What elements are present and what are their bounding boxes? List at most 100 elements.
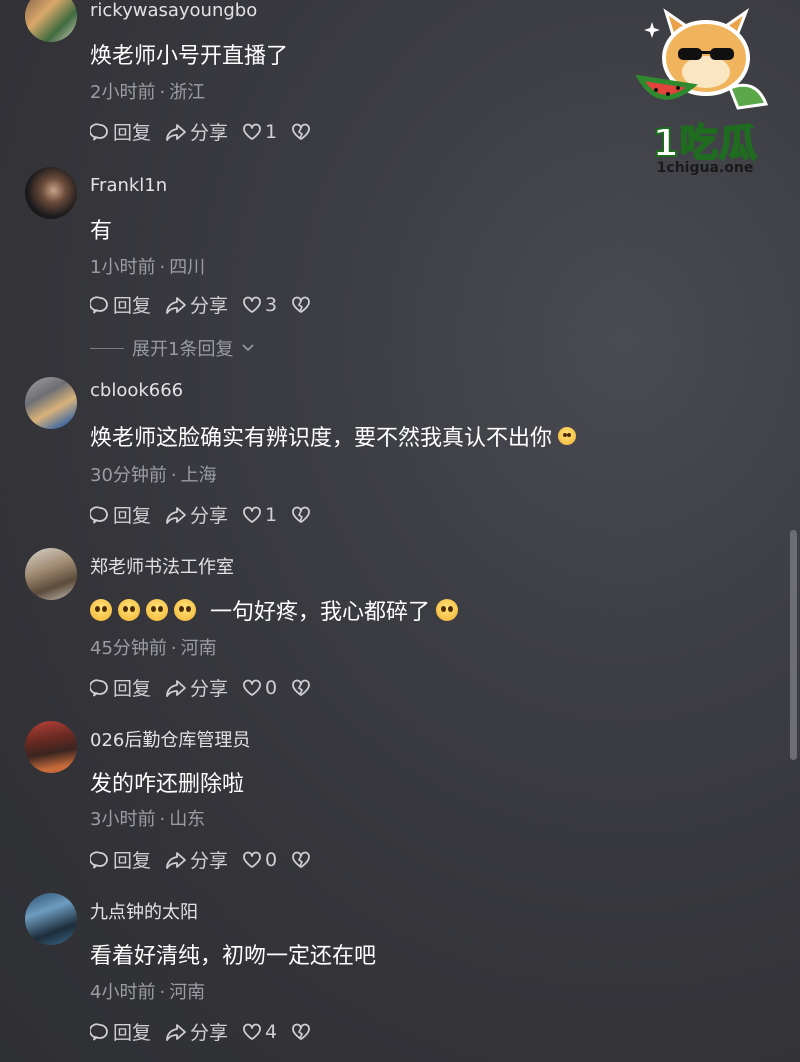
comment-meta: 45分钟前 · 河南 bbox=[90, 638, 217, 659]
comment-time: 45分钟前 bbox=[90, 638, 167, 659]
reply-button[interactable]: 回复 bbox=[90, 674, 151, 701]
comment-text: 焕老师小号开直播了 bbox=[90, 38, 288, 70]
comment-username[interactable]: cblook666 bbox=[90, 380, 183, 401]
comment-location: 浙江 bbox=[169, 82, 206, 103]
comment-text: 有 bbox=[90, 213, 112, 245]
share-button[interactable]: 分享 bbox=[165, 118, 228, 145]
expand-replies-label: 展开1条回复 bbox=[132, 339, 234, 360]
dislike-button[interactable] bbox=[291, 679, 311, 697]
comment-item: 026后勤仓库管理员 发的咋还删除啦 3小时前 · 山东 回复 分享 0 bbox=[0, 721, 790, 881]
comment-actions: 回复 分享 1 bbox=[90, 118, 311, 145]
reply-button[interactable]: 回复 bbox=[90, 846, 151, 873]
share-button[interactable]: 分享 bbox=[165, 846, 228, 873]
broken-heart-icon bbox=[292, 506, 311, 523]
comment-actions: 回复 分享 0 bbox=[90, 674, 311, 701]
crying-emoji-icon bbox=[174, 599, 196, 621]
comment-username[interactable]: Frankl1n bbox=[90, 175, 167, 196]
reply-button[interactable]: 回复 bbox=[90, 1018, 151, 1045]
share-arrow-icon bbox=[166, 296, 186, 314]
comment-bubble-icon bbox=[90, 122, 108, 140]
comment-text-content: 发的咋还删除啦 bbox=[90, 772, 245, 797]
share-label: 分享 bbox=[190, 295, 229, 317]
comment-item: cblook666 焕老师这脸确实有辨识度，要不然我真认不出你 30分钟前 · 上海… bbox=[0, 375, 790, 535]
share-button[interactable]: 分享 bbox=[165, 291, 228, 318]
comment-meta: 2小时前 · 浙江 bbox=[90, 82, 206, 103]
heart-icon bbox=[243, 296, 261, 313]
like-button[interactable]: 1 bbox=[242, 504, 277, 526]
sobbing-emoji-icon bbox=[436, 599, 459, 621]
share-label: 分享 bbox=[190, 850, 229, 872]
like-button[interactable]: 4 bbox=[242, 1021, 277, 1043]
smile-emoji-icon bbox=[558, 427, 577, 445]
comment-text-content: 一句好疼，我心都碎了 bbox=[210, 600, 431, 625]
share-arrow-icon bbox=[166, 123, 186, 141]
comment-actions: 回复 分享 0 bbox=[90, 846, 311, 873]
comment-location: 河南 bbox=[169, 982, 206, 1003]
logo-url: 1chigua.one bbox=[656, 160, 754, 176]
broken-heart-icon bbox=[292, 296, 311, 313]
avatar[interactable] bbox=[25, 0, 77, 42]
chevron-down-icon bbox=[242, 344, 255, 352]
like-button[interactable]: 0 bbox=[242, 849, 277, 871]
share-label: 分享 bbox=[190, 122, 229, 144]
comment-username[interactable]: rickywasayoungbo bbox=[90, 0, 257, 21]
reply-button[interactable]: 回复 bbox=[90, 291, 151, 318]
like-button[interactable]: 3 bbox=[242, 294, 277, 316]
avatar[interactable] bbox=[25, 893, 77, 945]
comment-text: 发的咋还删除啦 bbox=[90, 766, 244, 798]
reply-label: 回复 bbox=[113, 122, 152, 144]
share-button[interactable]: 分享 bbox=[165, 674, 228, 701]
expand-replies-button[interactable]: 展开1条回复 bbox=[90, 335, 255, 361]
like-button[interactable]: 0 bbox=[242, 677, 277, 699]
comment-time: 3小时前 bbox=[90, 809, 156, 830]
heart-icon bbox=[243, 1023, 261, 1040]
share-button[interactable]: 分享 bbox=[165, 501, 228, 528]
comment-username[interactable]: 郑老师书法工作室 bbox=[90, 553, 234, 579]
share-arrow-icon bbox=[166, 1023, 186, 1041]
heart-icon bbox=[243, 679, 261, 696]
comment-item: Frankl1n 有 1小时前 · 四川 回复 分享 3 展开1条回复 bbox=[0, 165, 790, 365]
broken-heart-icon bbox=[292, 679, 311, 696]
comment-meta: 30分钟前 · 上海 bbox=[90, 465, 217, 486]
avatar[interactable] bbox=[25, 377, 77, 429]
avatar[interactable] bbox=[25, 548, 77, 600]
share-arrow-icon bbox=[166, 851, 186, 869]
comment-text: 一句好疼，我心都碎了 bbox=[90, 594, 459, 626]
dislike-button[interactable] bbox=[291, 296, 311, 314]
comment-bubble-icon bbox=[90, 295, 108, 313]
reply-button[interactable]: 回复 bbox=[90, 501, 151, 528]
share-label: 分享 bbox=[190, 1022, 229, 1044]
crying-emoji-icon bbox=[90, 599, 112, 621]
comment-location: 四川 bbox=[169, 257, 206, 278]
reply-label: 回复 bbox=[113, 678, 152, 700]
broken-heart-icon bbox=[292, 851, 311, 868]
reply-label: 回复 bbox=[113, 295, 152, 317]
comment-username[interactable]: 九点钟的太阳 bbox=[90, 898, 198, 924]
share-button[interactable]: 分享 bbox=[165, 1018, 228, 1045]
dislike-button[interactable] bbox=[291, 506, 311, 524]
comment-meta: 4小时前 · 河南 bbox=[90, 982, 206, 1003]
avatar[interactable] bbox=[25, 167, 77, 219]
comment-time: 2小时前 bbox=[90, 82, 156, 103]
comment-text: 焕老师这脸确实有辨识度，要不然我真认不出你 bbox=[90, 420, 577, 452]
reply-button[interactable]: 回复 bbox=[90, 118, 151, 145]
avatar[interactable] bbox=[25, 721, 77, 773]
comment-bubble-icon bbox=[90, 678, 108, 696]
comment-location: 河南 bbox=[180, 638, 217, 659]
comment-bubble-icon bbox=[90, 505, 108, 523]
crying-emoji-icon bbox=[146, 599, 168, 621]
share-label: 分享 bbox=[190, 678, 229, 700]
comment-text-content: 有 bbox=[90, 219, 113, 244]
comment-time: 1小时前 bbox=[90, 257, 156, 278]
dislike-button[interactable] bbox=[291, 1023, 311, 1041]
heart-icon bbox=[243, 123, 261, 140]
share-label: 分享 bbox=[190, 505, 229, 527]
like-button[interactable]: 1 bbox=[242, 121, 277, 143]
dislike-button[interactable] bbox=[291, 123, 311, 141]
comment-bubble-icon bbox=[90, 1022, 108, 1040]
comment-username[interactable]: 026后勤仓库管理员 bbox=[90, 726, 250, 752]
scrollbar[interactable] bbox=[790, 530, 797, 760]
comment-location: 上海 bbox=[180, 465, 217, 486]
comment-item: 郑老师书法工作室 一句好疼，我心都碎了 45分钟前 · 河南 回复 分享 0 bbox=[0, 548, 790, 708]
dislike-button[interactable] bbox=[291, 851, 311, 869]
